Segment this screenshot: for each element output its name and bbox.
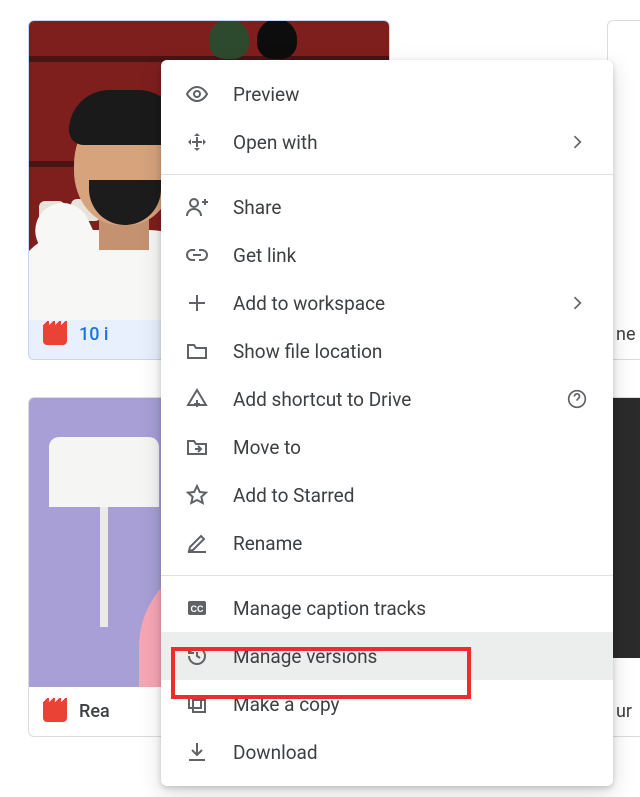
menu-item-get-link[interactable]: Get link <box>161 231 613 279</box>
svg-text:CC: CC <box>191 604 204 614</box>
file-title: 10 i <box>79 324 109 345</box>
plus-icon <box>185 291 209 315</box>
menu-divider <box>161 575 613 576</box>
menu-label: Move to <box>233 436 589 459</box>
history-icon <box>185 644 209 668</box>
arrows-out-icon <box>185 130 209 154</box>
menu-label: Open with <box>233 131 541 154</box>
menu-item-download[interactable]: Download <box>161 728 613 776</box>
help-icon[interactable] <box>565 387 589 411</box>
menu-label: Preview <box>233 83 589 106</box>
link-icon <box>185 243 209 267</box>
context-menu: Preview Open with Share Get link <box>161 60 613 786</box>
menu-label: Download <box>233 741 589 764</box>
file-grid: 10 i Rea ne ur Preview <box>0 0 640 797</box>
menu-item-preview[interactable]: Preview <box>161 70 613 118</box>
menu-item-open-with[interactable]: Open with <box>161 118 613 166</box>
menu-label: Add to Starred <box>233 484 589 507</box>
chevron-right-icon <box>565 130 589 154</box>
person-add-icon <box>185 195 209 219</box>
menu-label: Manage caption tracks <box>233 597 589 620</box>
copy-icon <box>185 692 209 716</box>
menu-item-share[interactable]: Share <box>161 183 613 231</box>
menu-item-show-location[interactable]: Show file location <box>161 327 613 375</box>
menu-item-manage-captions[interactable]: CC Manage caption tracks <box>161 584 613 632</box>
menu-label: Manage versions <box>233 645 589 668</box>
menu-label: Add shortcut to Drive <box>233 388 541 411</box>
menu-item-make-copy[interactable]: Make a copy <box>161 680 613 728</box>
folder-move-icon <box>185 435 209 459</box>
menu-item-add-workspace[interactable]: Add to workspace <box>161 279 613 327</box>
pencil-icon <box>185 531 209 555</box>
menu-label: Share <box>233 196 589 219</box>
menu-label: Make a copy <box>233 693 589 716</box>
menu-label: Rename <box>233 532 589 555</box>
file-title: Rea <box>79 701 110 722</box>
menu-item-move-to[interactable]: Move to <box>161 423 613 471</box>
file-title: ne <box>616 324 636 345</box>
menu-item-manage-versions[interactable]: Manage versions <box>161 632 613 680</box>
menu-item-rename[interactable]: Rename <box>161 519 613 567</box>
chevron-right-icon <box>565 291 589 315</box>
eye-icon <box>185 82 209 106</box>
menu-label: Show file location <box>233 340 589 363</box>
download-icon <box>185 740 209 764</box>
video-file-icon <box>43 325 67 345</box>
menu-item-add-starred[interactable]: Add to Starred <box>161 471 613 519</box>
menu-label: Get link <box>233 244 589 267</box>
video-file-icon <box>43 702 67 722</box>
folder-icon <box>185 339 209 363</box>
cc-icon: CC <box>185 596 209 620</box>
drive-shortcut-icon <box>185 387 209 411</box>
menu-label: Add to workspace <box>233 292 541 315</box>
menu-divider <box>161 174 613 175</box>
file-title: ur <box>616 701 632 722</box>
star-icon <box>185 483 209 507</box>
menu-item-add-shortcut[interactable]: Add shortcut to Drive <box>161 375 613 423</box>
